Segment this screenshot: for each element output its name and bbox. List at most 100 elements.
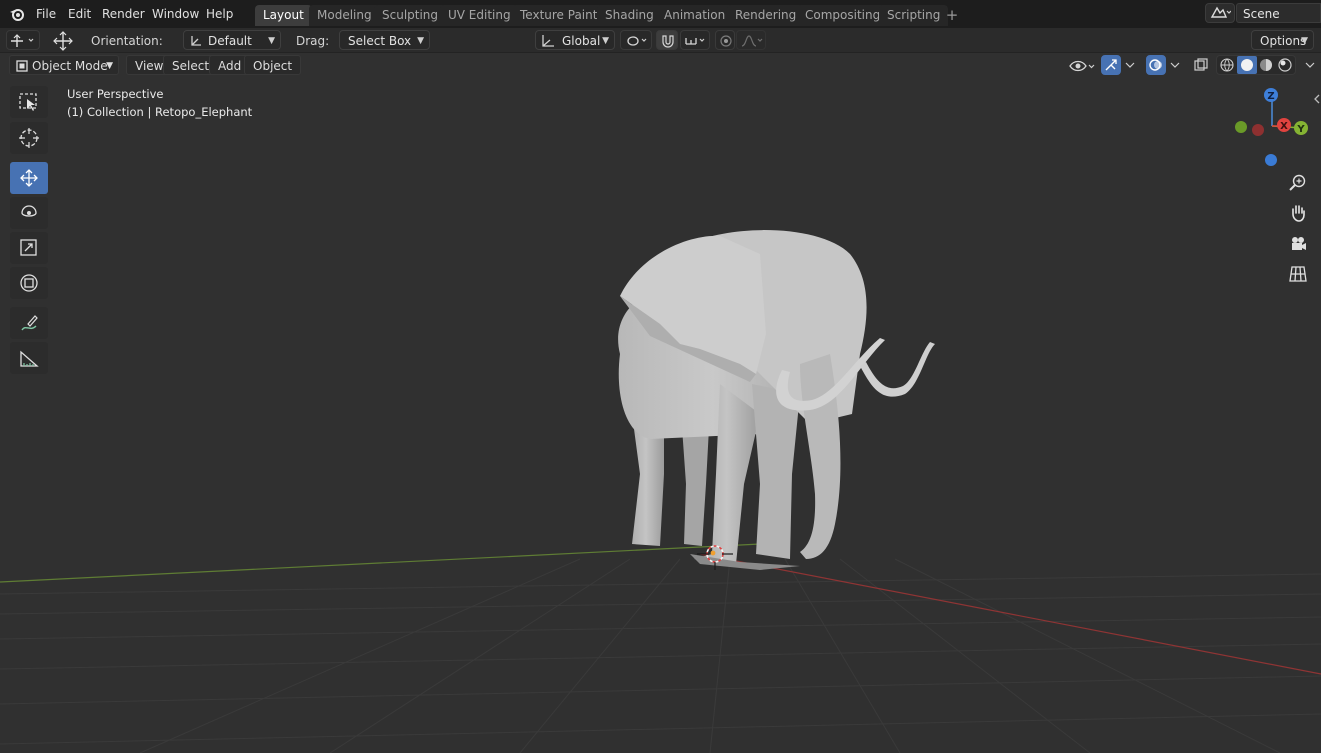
cursor-tool[interactable] [10,122,48,154]
measure-tool[interactable] [10,342,48,374]
chevron-down-icon[interactable] [1124,59,1136,71]
proportional-edit-toggle[interactable] [715,30,735,50]
chevron-down-icon[interactable] [1304,59,1316,71]
rotate-icon [21,205,37,217]
floor-grid [0,558,1321,753]
transform-tool-icon [11,34,34,47]
sidebar-toggle-icon[interactable] [1314,94,1320,104]
mode-dropdown[interactable]: Object Mode ▼ [9,55,119,75]
scale-tool[interactable] [10,232,48,264]
tab-layout[interactable]: Layout [255,5,312,26]
elephant-model[interactable] [618,230,935,570]
rotate-tool[interactable] [10,197,48,229]
tab-texture-paint[interactable]: Texture Paint [512,5,606,26]
drag-dropdown[interactable]: Select Box ▼ [339,30,430,50]
tab-rendering[interactable]: Rendering [727,5,805,26]
x-axis-line [699,553,1321,675]
tab-compositing[interactable]: Compositing [797,5,889,26]
drag-label: Drag: [296,34,330,48]
visibility-button[interactable] [1065,55,1097,75]
tab-scripting[interactable]: Scripting [879,5,949,26]
measure-icon [20,350,39,367]
transform-icon [20,274,38,292]
viewport-scene[interactable]: Z X Y [0,54,1321,753]
mode-value: Object Mode [32,59,108,73]
chevron-down-icon: ▼ [106,61,113,71]
top-bar: File Edit Render Window Help Layout Mode… [0,0,1321,28]
annotate-tool[interactable] [10,307,48,339]
snap-increment-icon [685,38,705,45]
zoom-button[interactable] [1285,170,1311,196]
xray-toggle[interactable] [1191,55,1211,75]
gizmo-z-label: Z [1267,91,1274,102]
menu-edit[interactable]: Edit [66,5,93,23]
options-label: Options [1260,34,1307,48]
gizmo-icon [1105,59,1117,71]
chevron-down-icon: ▼ [268,36,275,46]
transform-tool[interactable] [10,267,48,299]
menu-file[interactable]: File [34,5,58,23]
transform-orientation-value: Global [562,34,601,48]
solid-shading-icon [1241,59,1253,71]
menu-help[interactable]: Help [204,5,235,23]
plus-icon[interactable]: + [943,6,961,24]
options-dropdown[interactable]: Options ▼ [1251,30,1314,50]
pivot-point-button[interactable] [620,30,652,50]
overlays-toggle[interactable] [1146,55,1166,75]
transform-orientation-dropdown[interactable]: Global ▼ [535,30,615,50]
3d-viewport[interactable]: Z X Y User Perspective (1) Collection | … [0,54,1321,753]
move-tool[interactable] [10,162,48,194]
pan-button[interactable] [1285,200,1311,226]
move-gizmo-icon[interactable] [52,30,74,52]
scene-selector-button[interactable] [1205,3,1235,23]
navigation-gizmo[interactable]: Z X Y [1235,88,1308,166]
orientation-value: Default [208,34,252,48]
chevron-down-icon[interactable] [1169,59,1181,71]
orientation-dropdown[interactable]: Default ▼ [183,30,281,50]
gizmo-x-label: X [1280,121,1288,132]
scene-name-field[interactable]: Scene [1236,3,1321,23]
snap-toggle[interactable] [656,30,678,50]
tab-shading[interactable]: Shading [597,5,662,26]
snap-target-button[interactable] [680,30,710,50]
camera-icon [1292,237,1306,250]
drag-value: Select Box [348,34,412,48]
object-mode-icon [16,60,28,72]
perspective-toggle-button[interactable] [1285,261,1311,287]
falloff-button[interactable] [736,30,766,50]
object-menu[interactable]: Object [244,55,302,75]
menu-render[interactable]: Render [100,5,147,23]
select-box-tool[interactable] [10,86,48,118]
cursor-icon [19,128,39,148]
select-box-icon [19,93,37,111]
global-axes-icon [542,35,554,47]
falloff-curve-icon [741,35,763,47]
orientation-icon [191,36,201,46]
solid-shading-button[interactable] [1237,56,1257,74]
blender-logo-icon[interactable] [8,5,26,23]
tool-settings-bar: Orientation: Default ▼ Drag: Select Box … [0,28,1321,53]
camera-view-button[interactable] [1285,231,1311,257]
tool-icon-button[interactable] [6,30,40,50]
wireframe-shading-icon[interactable] [1218,56,1236,74]
chevron-down-icon: ▼ [417,36,424,46]
y-axis-line [0,542,781,583]
grid-perspective-icon [1289,266,1307,282]
scale-icon [20,239,37,256]
chevron-down-icon: ▼ [602,36,609,46]
tab-sculpting[interactable]: Sculpting [374,5,447,26]
eye-icon [1069,60,1095,72]
hand-icon [1292,205,1305,222]
xray-icon [1194,58,1208,71]
material-shading-icon[interactable] [1257,56,1275,74]
tab-animation[interactable]: Animation [656,5,734,26]
overlays-icon [1149,59,1162,71]
menu-window[interactable]: Window [150,5,201,23]
zoom-icon [1289,174,1306,191]
gizmo-toggle[interactable] [1101,55,1121,75]
viewport-header: Object Mode ▼ View Select Add Object [0,54,1321,76]
active-collection-label: (1) Collection | Retopo_Elephant [67,105,253,119]
tab-uv-editing[interactable]: UV Editing [440,5,519,26]
tab-modeling[interactable]: Modeling [309,5,380,26]
rendered-shading-icon[interactable] [1276,56,1294,74]
